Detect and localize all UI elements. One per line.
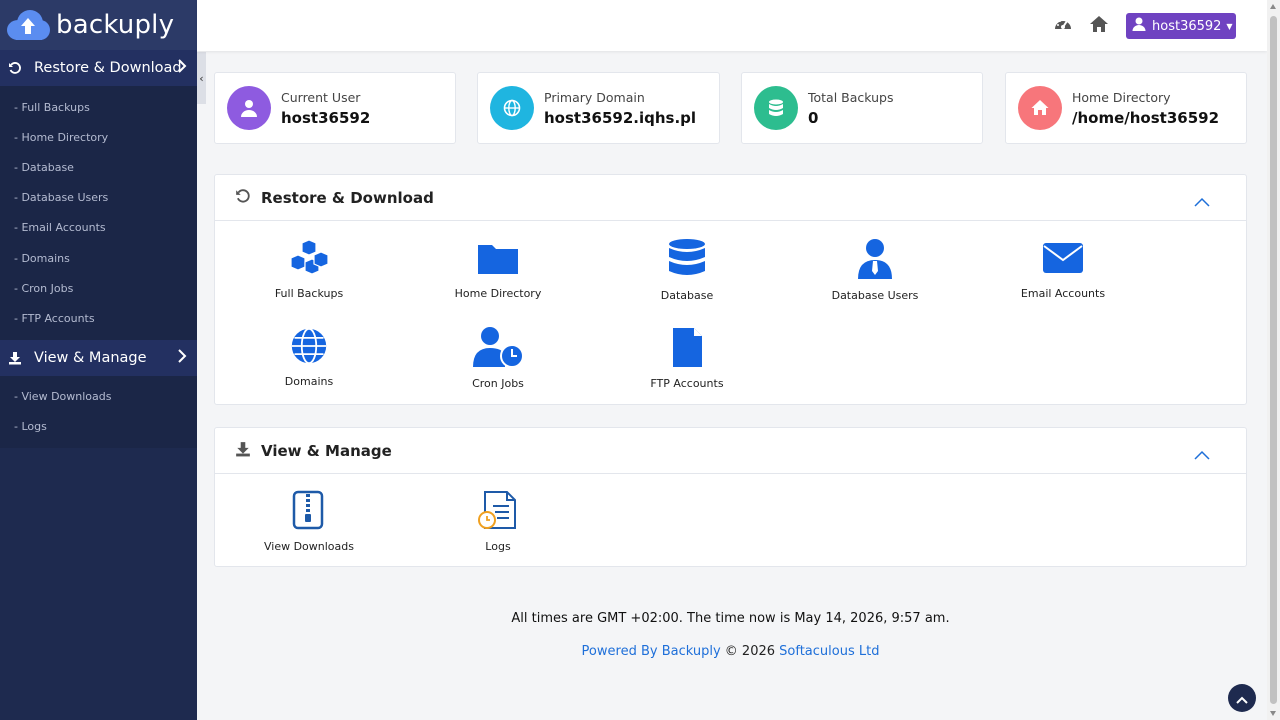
tile-ftp-accounts[interactable]: FTP Accounts	[607, 327, 767, 390]
sidebar: backuply Restore & Download - Full Backu…	[0, 0, 197, 720]
tile-cron-jobs[interactable]: Cron Jobs	[418, 327, 578, 390]
sidebar-item-database[interactable]: - Database	[0, 152, 197, 182]
tile-label: Logs	[485, 540, 511, 553]
tile-label: Cron Jobs	[472, 377, 524, 390]
sidebar-section-manage: View & Manage - View Downloads - Logs	[0, 339, 197, 448]
sidebar-section-restore: Restore & Download - Full Backups - Home…	[0, 50, 197, 340]
log-file-icon	[477, 490, 519, 534]
top-bar: host36592 ▼	[197, 0, 1267, 51]
sidebar-item-email-accounts[interactable]: - Email Accounts	[0, 213, 197, 243]
boxes-icon	[288, 239, 330, 281]
powered-by-text: Powered By Backuply © 2026 Softaculous L…	[214, 644, 1247, 659]
folder-icon	[477, 239, 519, 281]
tile-email-accounts[interactable]: Email Accounts	[983, 239, 1143, 300]
card-label: Total Backups	[808, 89, 894, 105]
chevron-up-icon[interactable]	[1194, 445, 1210, 464]
chevron-right-icon	[177, 59, 187, 77]
scrollbar-thumb[interactable]	[1270, 16, 1277, 704]
tile-label: Domains	[284, 375, 334, 388]
download-icon	[235, 441, 251, 461]
vertical-scrollbar[interactable]	[1267, 0, 1280, 720]
user-icon	[1132, 17, 1146, 35]
sidebar-item-home-directory[interactable]: - Home Directory	[0, 122, 197, 152]
tile-full-backups[interactable]: Full Backups	[229, 239, 389, 300]
brand-logo[interactable]: backuply	[0, 0, 197, 50]
card-value: 0	[808, 108, 819, 127]
panel-title: Restore & Download	[261, 188, 434, 207]
sidebar-collapse-button[interactable]: ‹	[197, 52, 206, 104]
cloud-upload-icon	[4, 8, 52, 42]
tile-label: Email Accounts	[1020, 287, 1106, 300]
restore-icon	[8, 61, 26, 75]
tile-label: Full Backups	[274, 287, 344, 300]
database-icon	[666, 239, 708, 283]
zip-file-icon	[291, 490, 327, 534]
chevron-up-icon[interactable]	[1194, 192, 1210, 211]
sidebar-item-domains[interactable]: - Domains	[0, 243, 197, 273]
brand-name: backuply	[56, 10, 175, 40]
restore-icon	[235, 188, 251, 208]
tile-database[interactable]: Database	[607, 239, 767, 302]
globe-icon	[490, 86, 534, 130]
scroll-down-arrow[interactable]	[1270, 711, 1276, 716]
download-icon	[8, 351, 26, 365]
tile-domains[interactable]: Domains	[229, 327, 389, 388]
card-label: Home Directory	[1072, 89, 1171, 105]
home-icon	[1018, 86, 1062, 130]
card-primary-domain: Primary Domain host36592.iqhs.pl	[477, 72, 720, 144]
chevron-up-icon	[1236, 689, 1248, 708]
panel-view-manage: View & Manage View Downloads Logs	[214, 427, 1247, 567]
envelope-icon	[1042, 239, 1084, 281]
copyright-text: © 2026	[720, 644, 780, 659]
card-home-directory: Home Directory /home/host36592	[1005, 72, 1247, 144]
tile-label: View Downloads	[263, 540, 354, 553]
tile-label: Home Directory	[454, 287, 542, 300]
database-icon	[754, 86, 798, 130]
card-total-backups: Total Backups 0	[741, 72, 983, 144]
globe-icon	[288, 327, 330, 369]
tile-view-downloads[interactable]: View Downloads	[229, 490, 389, 553]
card-value: host36592.iqhs.pl	[544, 108, 697, 127]
server-time-text: All times are GMT +02:00. The time now i…	[511, 611, 950, 626]
user-menu-button[interactable]: host36592 ▼	[1126, 13, 1236, 39]
sidebar-item-database-users[interactable]: - Database Users	[0, 183, 197, 213]
sidebar-item-ftp-accounts[interactable]: - FTP Accounts	[0, 303, 197, 333]
sidebar-section-label: Restore & Download	[34, 60, 182, 76]
panel-restore-download: Restore & Download Full Backups Home Dir…	[214, 174, 1247, 405]
tile-label: Database	[660, 289, 714, 302]
sidebar-item-full-backups[interactable]: - Full Backups	[0, 92, 197, 122]
user-menu-label: host36592	[1152, 18, 1222, 34]
tile-label: FTP Accounts	[650, 377, 724, 390]
sidebar-section-manage-header[interactable]: View & Manage	[0, 339, 197, 376]
file-icon	[666, 327, 708, 371]
card-label: Primary Domain	[544, 89, 645, 105]
caret-down-icon: ▼	[1226, 21, 1233, 31]
card-value: /home/host36592	[1072, 108, 1220, 127]
tile-database-users[interactable]: Database Users	[795, 239, 955, 302]
panel-header: View & Manage	[215, 428, 1246, 474]
panel-title: View & Manage	[261, 441, 392, 460]
company-link[interactable]: Softaculous Ltd	[779, 644, 879, 659]
sidebar-item-cron-jobs[interactable]: - Cron Jobs	[0, 273, 197, 303]
card-current-user: Current User host36592	[214, 72, 456, 144]
scroll-up-arrow[interactable]	[1270, 4, 1276, 9]
sidebar-item-view-downloads[interactable]: - View Downloads	[0, 382, 197, 412]
scroll-to-top-button[interactable]	[1228, 684, 1256, 712]
chevron-right-icon	[177, 348, 187, 367]
card-label: Current User	[281, 89, 361, 105]
panel-header: Restore & Download	[215, 175, 1246, 221]
user-tie-icon	[854, 239, 896, 283]
powered-by-link[interactable]: Powered By Backuply	[582, 644, 721, 659]
sidebar-item-logs[interactable]: - Logs	[0, 412, 197, 442]
tile-home-directory[interactable]: Home Directory	[418, 239, 578, 300]
tile-label: Database Users	[831, 289, 919, 302]
tile-logs[interactable]: Logs	[418, 490, 578, 553]
user-icon	[227, 86, 271, 130]
card-value: host36592	[281, 108, 371, 127]
dashboard-icon[interactable]	[1053, 14, 1073, 38]
user-clock-icon	[472, 327, 524, 371]
sidebar-section-label: View & Manage	[34, 349, 147, 366]
home-icon[interactable]	[1089, 14, 1109, 38]
sidebar-section-restore-header[interactable]: Restore & Download	[0, 50, 197, 86]
